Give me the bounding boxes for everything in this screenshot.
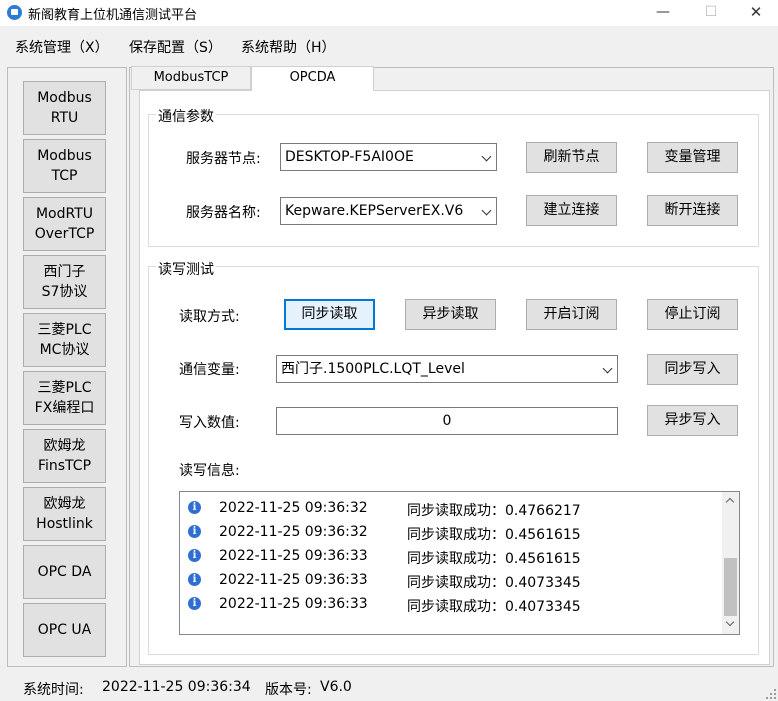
- scroll-down-icon[interactable]: [725, 617, 735, 627]
- connect-button[interactable]: 建立连接: [526, 195, 617, 226]
- sidebar-item-omron-hostlink[interactable]: 欧姆龙 Hostlink: [23, 487, 106, 541]
- list-item: i 2022-11-25 09:36:32 同步读取成功：0.4561615: [186, 522, 716, 543]
- comm-params-group: [148, 114, 759, 247]
- log-time: 2022-11-25 09:36:33: [219, 572, 368, 588]
- sidebar-item-omron-finstcp[interactable]: 欧姆龙 FinsTCP: [23, 429, 106, 483]
- server-node-label: 服务器节点:: [186, 151, 261, 167]
- variable-management-button[interactable]: 变量管理: [647, 142, 738, 173]
- server-node-combo[interactable]: DESKTOP-F5AI0OE: [280, 143, 497, 171]
- status-bar: 系统时间: 2022-11-25 09:36:34 版本号: V6.0: [0, 672, 778, 701]
- menu-save-config[interactable]: 保存配置（S）: [129, 37, 222, 57]
- async-write-button[interactable]: 异步写入: [647, 405, 738, 436]
- info-icon: i: [188, 573, 201, 586]
- protocol-sidebar: Modbus RTU Modbus TCP ModRTU OverTCP 西门子…: [7, 67, 127, 667]
- title-bar: 新阁教育上位机通信测试平台 — ☐ ✕: [0, 0, 778, 26]
- chevron-down-icon: [481, 151, 492, 162]
- sync-read-button[interactable]: 同步读取: [284, 299, 375, 330]
- log-message: 同步读取成功：0.4766217: [407, 503, 581, 519]
- list-item: i 2022-11-25 09:36:33 同步读取成功：0.4073345: [186, 594, 716, 615]
- system-time-value: 2022-11-25 09:36:34: [102, 679, 251, 695]
- rw-test-title: 读写测试: [156, 259, 216, 279]
- sidebar-item-mitsubishi-fx[interactable]: 三菱PLC FX编程口: [23, 371, 106, 425]
- sidebar-item-modbus-rtu[interactable]: Modbus RTU: [23, 81, 106, 135]
- close-button[interactable]: ✕: [733, 0, 778, 26]
- maximize-button[interactable]: ☐: [688, 0, 734, 26]
- sidebar-item-siemens-s7[interactable]: 西门子 S7协议: [23, 255, 106, 309]
- comm-variable-combo[interactable]: 西门子.1500PLC.LQT_Level: [276, 355, 618, 383]
- sidebar-item-modrtu-overtcp[interactable]: ModRTU OverTCP: [23, 197, 106, 251]
- comm-variable-label: 通信变量:: [179, 362, 240, 378]
- list-item: i 2022-11-25 09:36:33 同步读取成功：0.4073345: [186, 570, 716, 591]
- tab-opcda[interactable]: OPCDA: [251, 66, 374, 91]
- refresh-nodes-button[interactable]: 刷新节点: [526, 142, 617, 173]
- sidebar-item-opc-da[interactable]: OPC DA: [23, 545, 106, 599]
- sidebar-item-opc-ua[interactable]: OPC UA: [23, 603, 106, 657]
- log-message: 同步读取成功：0.4073345: [407, 575, 581, 591]
- write-value-label: 写入数值:: [179, 415, 240, 431]
- log-message: 同步读取成功：0.4561615: [407, 527, 581, 543]
- rw-info-log-list[interactable]: i 2022-11-25 09:36:32 同步读取成功：0.4766217 i…: [179, 491, 740, 635]
- server-name-label: 服务器名称:: [186, 205, 261, 221]
- sidebar-item-modbus-tcp[interactable]: Modbus TCP: [23, 139, 106, 193]
- log-time: 2022-11-25 09:36:33: [219, 596, 368, 612]
- menu-system-management[interactable]: 系统管理（X）: [15, 37, 109, 57]
- info-icon: i: [188, 597, 201, 610]
- log-scrollbar[interactable]: [722, 492, 739, 634]
- rw-info-label: 读写信息:: [179, 463, 240, 479]
- version-label: 版本号:: [265, 682, 312, 698]
- log-message: 同步读取成功：0.4561615: [407, 551, 581, 567]
- log-time: 2022-11-25 09:36:33: [219, 548, 368, 564]
- sync-write-button[interactable]: 同步写入: [647, 354, 738, 385]
- sidebar-item-mitsubishi-mc[interactable]: 三菱PLC MC协议: [23, 313, 106, 367]
- resize-grip-icon[interactable]: [766, 689, 776, 699]
- app-logo-icon: [7, 5, 22, 20]
- log-message: 同步读取成功：0.4073345: [407, 599, 581, 615]
- scroll-up-icon[interactable]: [725, 497, 735, 507]
- async-read-button[interactable]: 异步读取: [405, 299, 496, 330]
- window-title: 新阁教育上位机通信测试平台: [28, 8, 198, 23]
- minimize-button[interactable]: —: [640, 0, 686, 26]
- log-time: 2022-11-25 09:36:32: [219, 524, 368, 540]
- log-time: 2022-11-25 09:36:32: [219, 500, 368, 516]
- server-name-value: Kepware.KEPServerEX.V6: [285, 203, 464, 219]
- scroll-thumb[interactable]: [724, 558, 737, 616]
- menu-bar: 系统管理（X） 保存配置（S） 系统帮助（H）: [0, 26, 778, 62]
- info-icon: i: [188, 501, 201, 514]
- list-item: i 2022-11-25 09:36:33 同步读取成功：0.4561615: [186, 546, 716, 567]
- menu-system-help[interactable]: 系统帮助（H）: [241, 37, 336, 57]
- comm-variable-value: 西门子.1500PLC.LQT_Level: [281, 361, 465, 377]
- comm-params-title: 通信参数: [156, 106, 216, 126]
- info-icon: i: [188, 525, 201, 538]
- write-value-input[interactable]: 0: [276, 407, 618, 435]
- system-time-label: 系统时间:: [23, 682, 84, 698]
- read-mode-label: 读取方式:: [179, 309, 240, 325]
- chevron-down-icon: [481, 205, 492, 216]
- stop-subscription-button[interactable]: 停止订阅: [647, 299, 738, 330]
- server-name-combo[interactable]: Kepware.KEPServerEX.V6: [280, 197, 497, 225]
- list-item: i 2022-11-25 09:36:32 同步读取成功：0.4766217: [186, 498, 716, 519]
- tab-modbustcp[interactable]: ModbusTCP: [131, 66, 251, 90]
- info-icon: i: [188, 549, 201, 562]
- server-node-value: DESKTOP-F5AI0OE: [285, 149, 414, 165]
- version-value: V6.0: [320, 679, 352, 695]
- disconnect-button[interactable]: 断开连接: [647, 195, 738, 226]
- chevron-down-icon: [602, 363, 613, 374]
- start-subscription-button[interactable]: 开启订阅: [526, 299, 617, 330]
